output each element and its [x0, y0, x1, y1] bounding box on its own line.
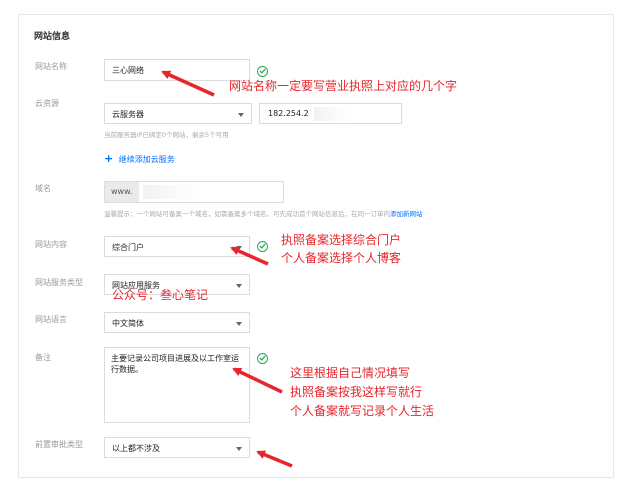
annotation-arrows [161, 70, 293, 468]
red-arrow [232, 367, 283, 394]
red-arrow [230, 246, 269, 266]
red-arrow [256, 450, 293, 468]
red-arrow [161, 70, 215, 97]
